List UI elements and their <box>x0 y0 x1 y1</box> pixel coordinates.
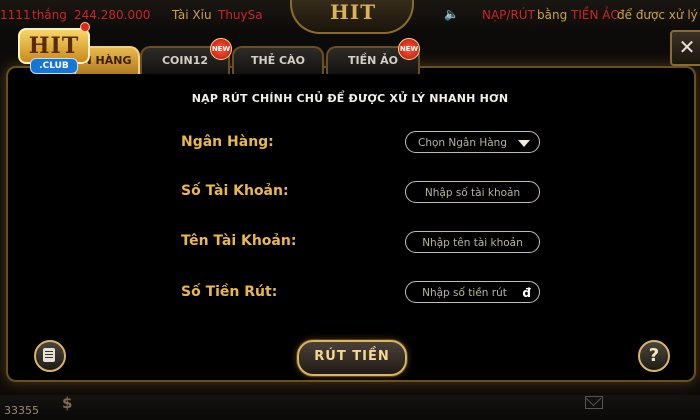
bottom-currency-icon: $ <box>62 394 73 412</box>
question-icon: ? <box>648 345 660 366</box>
logo-dot <box>80 22 90 32</box>
close-button[interactable]: ✕ <box>670 30 700 66</box>
tab-scratch-card[interactable]: THẺ CÀO <box>232 46 324 74</box>
ticker-notice-label: NẠP/RÚT <box>482 8 535 22</box>
mail-icon[interactable] <box>585 396 603 409</box>
account-number-input[interactable]: Nhập số tài khoản <box>405 181 540 203</box>
ticker-amount: 244.280.000 <box>74 8 151 22</box>
amount-label: Số Tiền Rút: <box>181 284 278 300</box>
history-list-icon <box>43 348 55 362</box>
bank-select[interactable]: Chọn Ngân Hàng <box>405 131 540 153</box>
ticker-notice-highlight: TIỀN ẢO <box>571 8 620 22</box>
chevron-down-icon <box>518 140 530 147</box>
help-button[interactable]: ? <box>638 340 670 372</box>
currency-symbol: đ <box>522 286 531 300</box>
new-badge: NEW <box>398 38 420 60</box>
tab-crypto-label: TIỀN ẢO <box>347 54 398 67</box>
withdraw-dialog <box>6 66 696 382</box>
ticker-win-word: thắng <box>32 8 67 22</box>
bank-select-value: Chọn Ngân Hàng <box>418 137 507 149</box>
speaker-icon[interactable]: 🔈 <box>444 7 459 21</box>
ticker-win-count: 1111 <box>0 8 31 22</box>
account-number-label: Số Tài Khoản: <box>181 183 289 199</box>
withdraw-button[interactable]: RÚT TIỀN <box>297 340 407 376</box>
amount-placeholder: Nhập số tiền rút <box>422 287 507 299</box>
account-name-input[interactable]: Nhập tên tài khoản <box>405 231 540 253</box>
new-badge: NEW <box>210 38 232 60</box>
hit-club-logo: HIT .CLUB <box>18 22 90 76</box>
account-number-placeholder: Nhập số tài khoản <box>424 187 521 199</box>
hub-logo: HIT <box>330 0 377 24</box>
amount-input[interactable]: Nhập số tiền rút đ <box>405 281 540 303</box>
ticker-game: Tài Xỉu <box>172 8 212 22</box>
ticker-notice-tail: để được xử lý <box>617 8 698 22</box>
logo-club-text: .CLUB <box>30 58 78 74</box>
center-hub: HIT <box>290 0 414 34</box>
history-button[interactable] <box>34 340 66 372</box>
account-name-label: Tên Tài Khoản: <box>181 233 297 249</box>
tab-coin12-label: COIN12 <box>161 54 209 67</box>
tab-scratch-card-label: THẺ CÀO <box>251 54 305 67</box>
form-headline: NẠP RÚT CHÍNH CHỦ ĐỂ ĐƯỢC XỬ LÝ NHANH HƠ… <box>191 92 509 105</box>
bottom-balance: 33355 <box>4 404 39 417</box>
ticker-user: ThuySa <box>218 8 263 22</box>
bank-label: Ngân Hàng: <box>181 134 274 150</box>
account-name-placeholder: Nhập tên tài khoản <box>422 237 523 249</box>
ticker-notice-mid: bằng <box>537 8 568 22</box>
